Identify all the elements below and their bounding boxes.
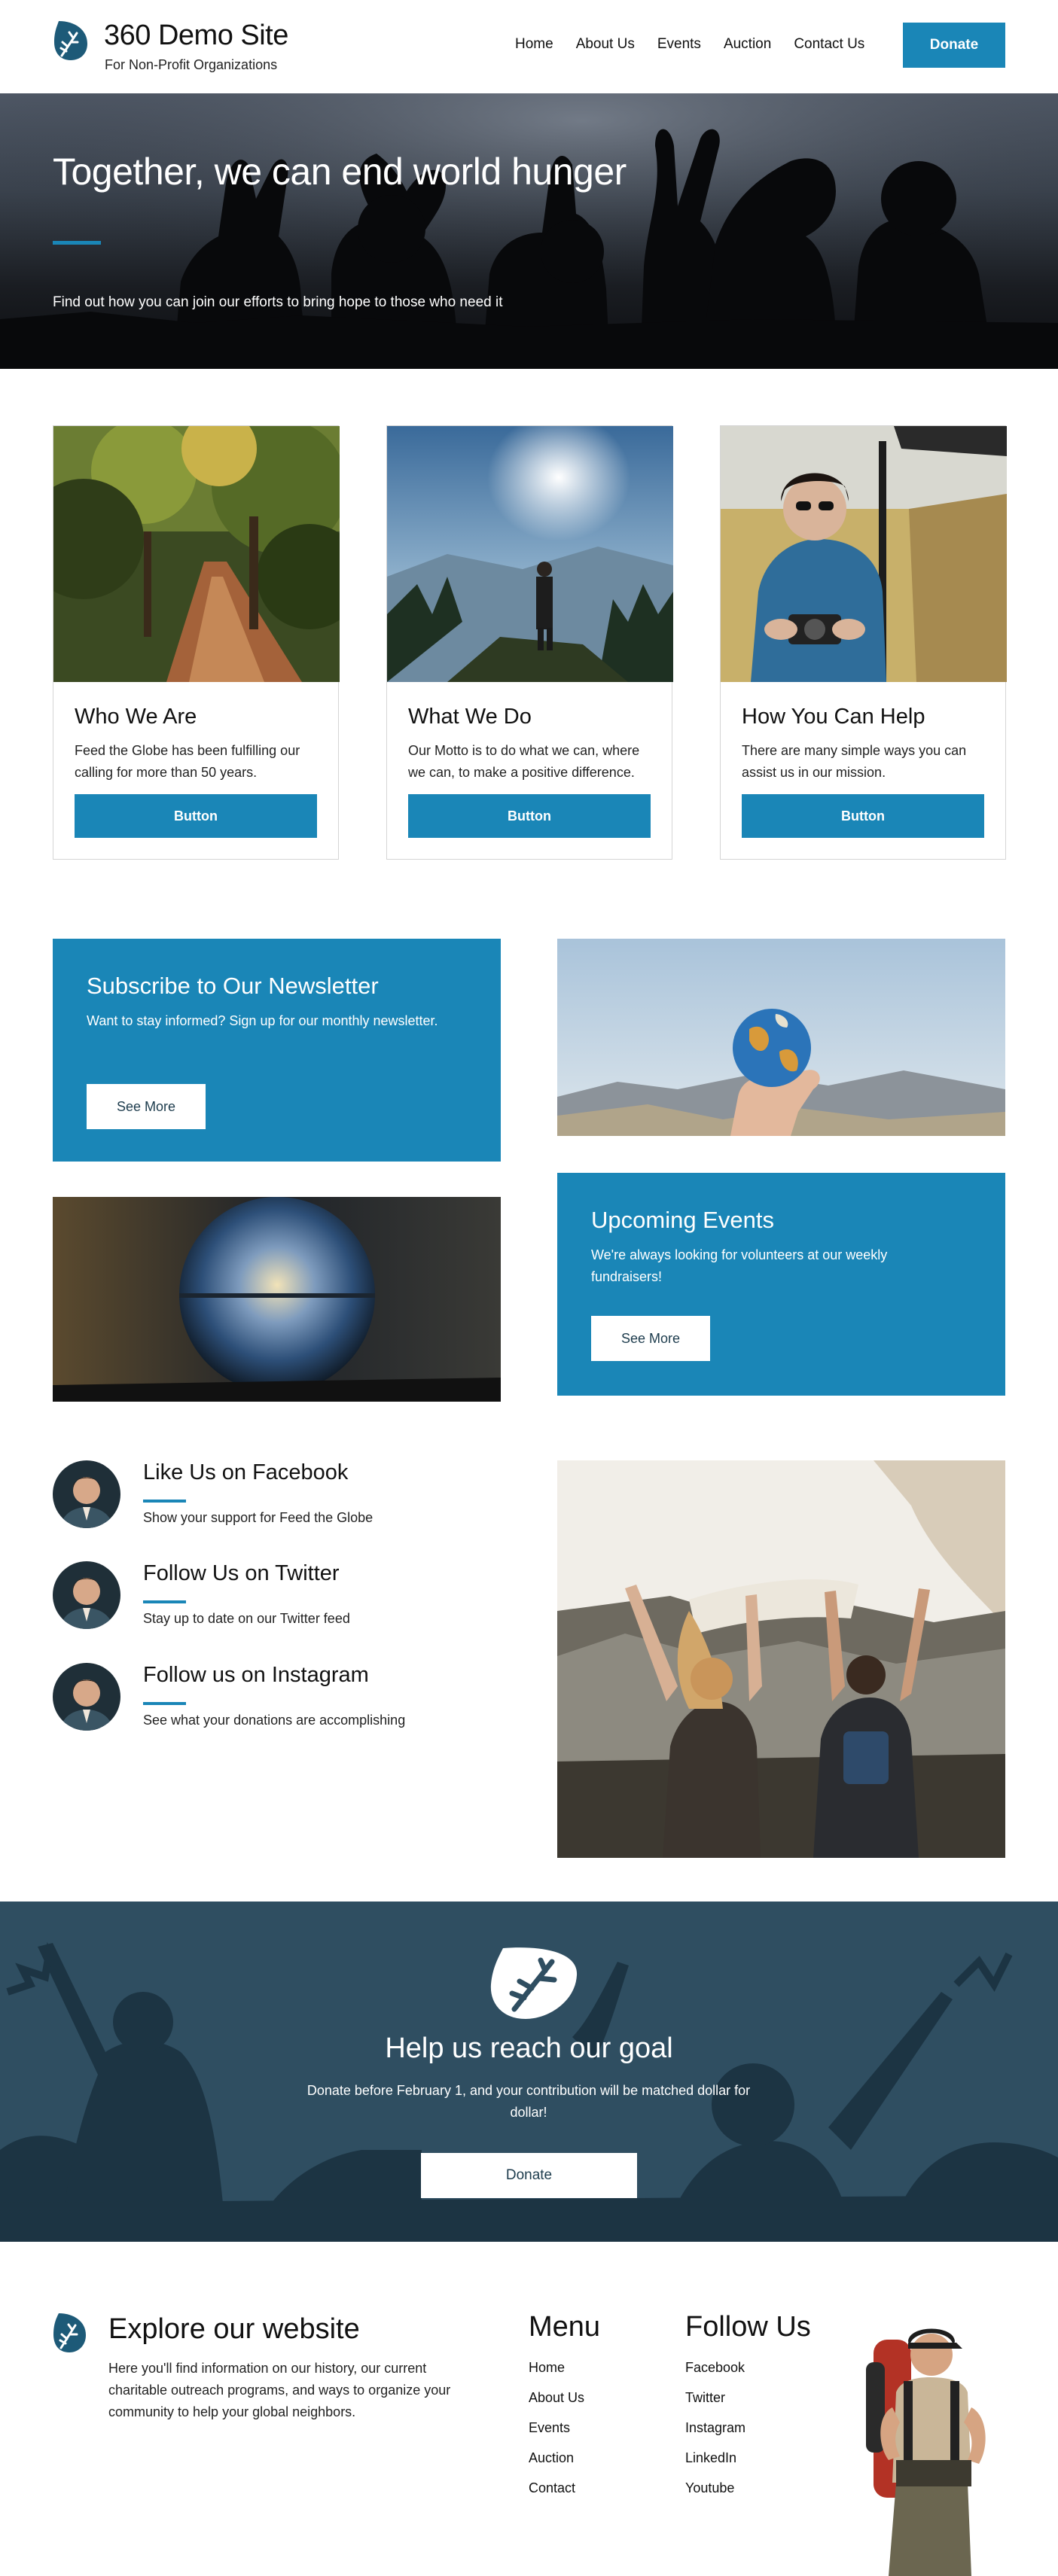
hero-divider	[53, 241, 101, 245]
newsletter-panel: Subscribe to Our Newsletter Want to stay…	[53, 939, 501, 1162]
hero-subtitle: Find out how you can join our efforts to…	[53, 294, 503, 310]
social-text: Show your support for Feed the Globe	[143, 1510, 374, 1525]
donate-button[interactable]: Donate	[903, 23, 1005, 68]
footer-follow-youtube[interactable]: Youtube	[685, 2480, 734, 2496]
leaf-logo-icon[interactable]	[53, 17, 89, 63]
footer-explore-text: Here you'll find information on our hist…	[108, 2361, 451, 2419]
avatar	[53, 1460, 120, 1528]
goal-text: Donate before February 1, and your contr…	[306, 2083, 751, 2120]
card-text: There are many simple ways you can assis…	[742, 743, 967, 780]
forest-path-image	[53, 426, 340, 682]
card-text: Feed the Globe has been fulfilling our c…	[75, 743, 300, 780]
nav-contact-us[interactable]: Contact Us	[794, 36, 864, 53]
backpacker-image	[866, 2328, 986, 2576]
hero-banner: Together, we can end world hunger Find o…	[0, 93, 1058, 369]
footer-follow-twitter[interactable]: Twitter	[685, 2390, 725, 2406]
site-title[interactable]: 360 Demo Site	[104, 20, 288, 52]
footer-follow-facebook[interactable]: Facebook	[685, 2360, 745, 2376]
friends-cliff-image	[557, 1460, 1005, 1858]
main-nav: Home About Us Events Auction Contact Us	[515, 36, 887, 53]
footer-menu-home[interactable]: Home	[529, 2360, 565, 2376]
footer-explore-title: Explore our website	[108, 2313, 360, 2345]
social-divider	[143, 1500, 186, 1503]
nav-auction[interactable]: Auction	[724, 36, 771, 53]
events-text: We're always looking for volunteers at o…	[591, 1247, 888, 1284]
footer-menu-contact[interactable]: Contact	[529, 2480, 575, 2496]
card-title: Who We Are	[75, 705, 197, 729]
leaf-icon	[490, 1947, 578, 2019]
card-how-you-can-help: How You Can Help There are many simple w…	[720, 425, 1007, 860]
avatar	[53, 1561, 120, 1629]
social-divider	[143, 1600, 186, 1603]
hero-title: Together, we can end world hunger	[53, 151, 627, 193]
newsletter-see-more-button[interactable]: See More	[87, 1084, 206, 1129]
card-title: What We Do	[408, 705, 532, 729]
social-title[interactable]: Like Us on Facebook	[143, 1460, 348, 1485]
card-who-we-are: Who We Are Feed the Globe has been fulfi…	[53, 425, 340, 860]
card-text: Our Motto is to do what we can, where we…	[408, 743, 640, 780]
mountain-hiker-image	[387, 426, 673, 682]
footer-follow-linkedin[interactable]: LinkedIn	[685, 2450, 736, 2466]
site-header: 360 Demo Site For Non-Profit Organizatio…	[0, 0, 1058, 93]
goal-donate-button[interactable]: Donate	[421, 2153, 637, 2198]
leaf-logo-icon[interactable]	[53, 2310, 87, 2355]
card-button[interactable]: Button	[742, 794, 984, 838]
nav-home[interactable]: Home	[515, 36, 553, 53]
goal-title: Help us reach our goal	[385, 2032, 673, 2064]
site-tagline: For Non-Profit Organizations	[105, 57, 278, 72]
social-title[interactable]: Follow us on Instagram	[143, 1663, 369, 1688]
card-button[interactable]: Button	[75, 794, 317, 838]
footer-menu-title: Menu	[529, 2311, 601, 2343]
social-text: See what your donations are accomplishin…	[143, 1713, 406, 1728]
events-title: Upcoming Events	[591, 1207, 774, 1233]
photographer-woman-image	[721, 426, 1007, 682]
nav-events[interactable]: Events	[657, 36, 701, 53]
newsletter-text: Want to stay informed? Sign up for our m…	[87, 1013, 438, 1028]
events-see-more-button[interactable]: See More	[591, 1316, 710, 1361]
crystal-ball-image	[53, 1197, 501, 1402]
avatar	[53, 1663, 120, 1731]
globe-in-hand-image	[557, 939, 1005, 1136]
card-button[interactable]: Button	[408, 794, 651, 838]
footer-follow-title: Follow Us	[685, 2311, 811, 2343]
footer-follow-instagram[interactable]: Instagram	[685, 2420, 745, 2436]
footer-menu-events[interactable]: Events	[529, 2420, 570, 2436]
social-text: Stay up to date on our Twitter feed	[143, 1611, 350, 1626]
events-panel: Upcoming Events We're always looking for…	[557, 1173, 1005, 1396]
newsletter-title: Subscribe to Our Newsletter	[87, 973, 379, 999]
nav-about-us[interactable]: About Us	[576, 36, 635, 53]
hero-background-image	[0, 93, 1058, 369]
footer-menu-auction[interactable]: Auction	[529, 2450, 574, 2466]
social-divider	[143, 1702, 186, 1705]
footer-menu-about-us[interactable]: About Us	[529, 2390, 584, 2406]
social-title[interactable]: Follow Us on Twitter	[143, 1561, 340, 1586]
card-title: How You Can Help	[742, 705, 925, 729]
card-what-we-do: What We Do Our Motto is to do what we ca…	[386, 425, 673, 860]
